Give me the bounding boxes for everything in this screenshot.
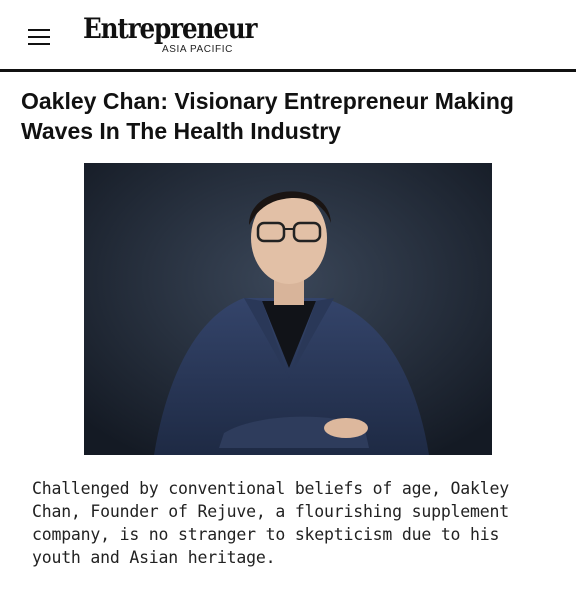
article-title[interactable]: Oakley Chan: Visionary Entrepreneur Maki… <box>21 86 556 146</box>
article-excerpt: Challenged by conventional beliefs of ag… <box>32 479 509 567</box>
logo-region-label: ASIA PACIFIC <box>162 44 233 55</box>
logo-wordmark: Entrepreneur <box>83 12 258 45</box>
hamburger-menu-icon[interactable] <box>28 26 50 46</box>
hand <box>324 418 368 438</box>
portrait-illustration <box>84 163 492 455</box>
site-header: Entrepreneur ASIA PACIFIC <box>0 0 576 72</box>
site-logo[interactable]: Entrepreneur ASIA PACIFIC <box>83 12 258 60</box>
article-hero-image <box>84 163 492 455</box>
